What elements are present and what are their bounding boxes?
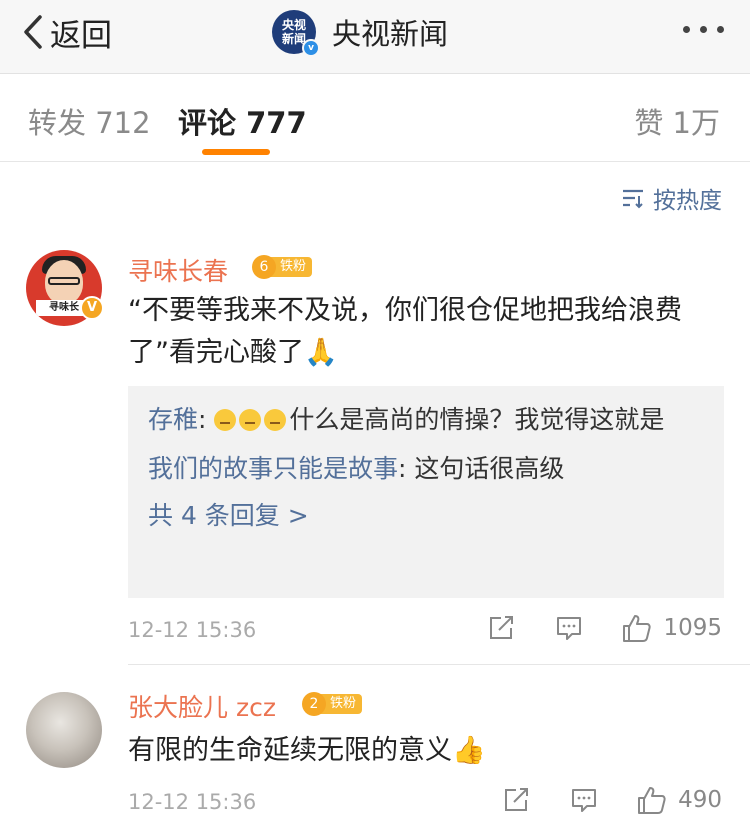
more-replies-link[interactable]: 共 4 条回复 >: [148, 498, 704, 534]
top-navigation-bar: 返回 央视 新闻 v 央视新闻: [0, 0, 750, 74]
comment-icon: [572, 789, 597, 812]
sort-icon: [623, 189, 643, 209]
sort-button[interactable]: 按热度: [621, 181, 722, 215]
verified-badge-icon: v: [302, 39, 320, 57]
comment-time: 12-12 15:36: [128, 618, 257, 642]
commenter-name[interactable]: 寻味长春: [128, 252, 228, 288]
reply-item[interactable]: 存稚: 什么是高尚的情操？我觉得这就是: [148, 400, 704, 439]
face-emoji-icon: [239, 409, 262, 431]
fan-badge[interactable]: 6 铁粉: [252, 255, 313, 279]
reply-author[interactable]: 存稚: [148, 405, 198, 434]
thumbs-up-emoji-icon: 👍: [452, 735, 486, 766]
more-dot-icon: [700, 26, 707, 33]
account-avatar-text: 央视 新闻: [281, 18, 306, 46]
thumbs-up-icon: [623, 615, 652, 642]
fan-badge-label: 铁粉: [270, 257, 313, 277]
reply-button[interactable]: [570, 786, 598, 814]
share-icon: [505, 788, 529, 811]
comment-actions: 1095: [487, 612, 722, 644]
reply-author[interactable]: 我们的故事只能是故事: [148, 454, 398, 483]
reply-text: 这句话很高级: [414, 454, 565, 483]
tab-bar: 转发 712 评论 777 赞 1万: [0, 74, 750, 162]
pray-emoji-icon: 🙏: [304, 337, 338, 368]
reply-text: 什么是高尚的情操？我觉得这就是: [289, 405, 665, 434]
account-header[interactable]: 央视 新闻 v 央视新闻: [272, 10, 449, 57]
comment-text-body: 有限的生命延续无限的意义: [128, 735, 452, 766]
reply-separator: :: [398, 454, 415, 483]
tab-repost[interactable]: 转发 712: [28, 100, 151, 142]
back-button[interactable]: 返回: [22, 12, 112, 54]
share-button[interactable]: [487, 614, 515, 642]
fan-badge[interactable]: 2 铁粉: [302, 692, 363, 716]
avatar[interactable]: [26, 692, 102, 768]
comment-time: 12-12 15:36: [128, 790, 257, 814]
face-emoji-icon: [214, 409, 237, 431]
reply-item[interactable]: 我们的故事只能是故事: 这句话很高级: [148, 449, 704, 488]
comment-icon: [557, 617, 582, 640]
back-label: 返回: [50, 17, 112, 54]
replies-box: 存稚: 什么是高尚的情操？我觉得这就是 我们的故事只能是故事: 这句话很高级 共…: [128, 386, 724, 598]
reply-button[interactable]: [555, 614, 583, 642]
face-emoji-icon: [264, 409, 287, 431]
crown-icon: 2: [302, 692, 326, 716]
account-name: 央视新闻: [332, 17, 449, 51]
comment-text: 有限的生命延续无限的意义👍: [128, 730, 708, 772]
commenter-name[interactable]: 张大脸儿 zcz: [128, 688, 276, 724]
comment-actions: 490: [502, 784, 722, 816]
reply-separator: :: [198, 405, 215, 434]
comment-divider: [128, 664, 750, 665]
thumbs-up-icon: [638, 787, 666, 814]
like-count: 1095: [663, 615, 722, 641]
avatar-glasses: [48, 277, 80, 285]
fan-badge-label: 铁粉: [320, 694, 363, 714]
verified-badge-icon: V: [80, 296, 104, 320]
comment-text-body: “不要等我来不及说，你们很仓促地把我给浪费了”看完心酸了: [128, 295, 682, 368]
more-options-button[interactable]: [683, 26, 724, 33]
tab-like[interactable]: 赞 1万: [634, 100, 720, 142]
like-button[interactable]: 1095: [621, 612, 722, 644]
sort-label: 按热度: [653, 188, 722, 214]
more-dot-icon: [717, 26, 724, 33]
like-button[interactable]: 490: [636, 784, 722, 816]
like-count: 490: [678, 787, 722, 813]
share-icon: [490, 616, 514, 639]
more-dot-icon: [683, 26, 690, 33]
active-tab-indicator: [202, 149, 270, 155]
share-button[interactable]: [502, 786, 530, 814]
crown-icon: 6: [252, 255, 276, 279]
account-avatar: 央视 新闻 v: [272, 10, 320, 57]
comment-text: “不要等我来不及说，你们很仓促地把我给浪费了”看完心酸了🙏: [128, 290, 708, 374]
chevron-left-icon: [24, 15, 42, 49]
